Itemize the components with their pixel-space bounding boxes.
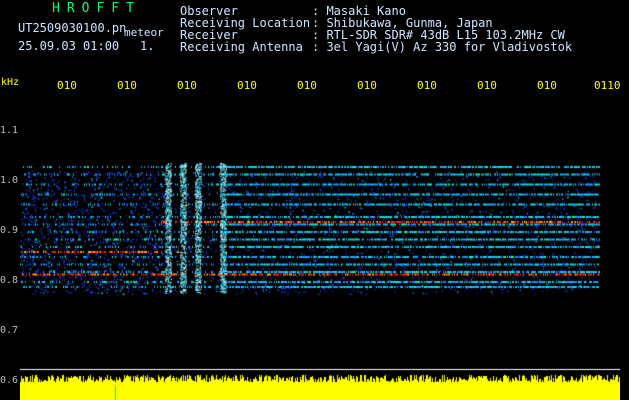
page-number: 1.: [140, 39, 155, 53]
time-tick-label: 010: [417, 79, 437, 92]
freq-tick-label: 1.0: [0, 175, 19, 186]
date-time: 25.09.03 01:00: [18, 39, 120, 53]
file-tag: meteor: [124, 26, 164, 39]
time-tick-label: 010: [177, 79, 197, 92]
freq-tick-label: 0.9: [0, 225, 19, 236]
freq-tick-label: 1.1: [0, 125, 19, 136]
time-tick-label: 010: [477, 79, 497, 92]
info-antenna-value: : 3el Yagi(V) Az 330 for Vladivostok: [312, 40, 573, 54]
freq-tick-label: 0.6: [0, 375, 19, 386]
time-tick-label: 010: [297, 79, 317, 92]
time-tick-label: 010: [237, 79, 257, 92]
app-title: HROFFT: [52, 1, 141, 16]
time-tick-label: 010: [357, 79, 377, 92]
time-tick-label: 010: [117, 79, 137, 92]
time-tick-label: 010: [537, 79, 557, 92]
time-tick-label: 010: [57, 79, 77, 92]
unit-label: kHz: [1, 77, 20, 88]
time-tick-label: 0110: [594, 79, 621, 92]
info-antenna-key: Receiving Antenna: [180, 40, 303, 54]
freq-tick-label: 0.8: [0, 275, 19, 286]
spectrogram: [20, 103, 620, 400]
file-name: UT2509030100.pn: [18, 21, 127, 35]
freq-tick-label: 0.7: [0, 325, 19, 336]
